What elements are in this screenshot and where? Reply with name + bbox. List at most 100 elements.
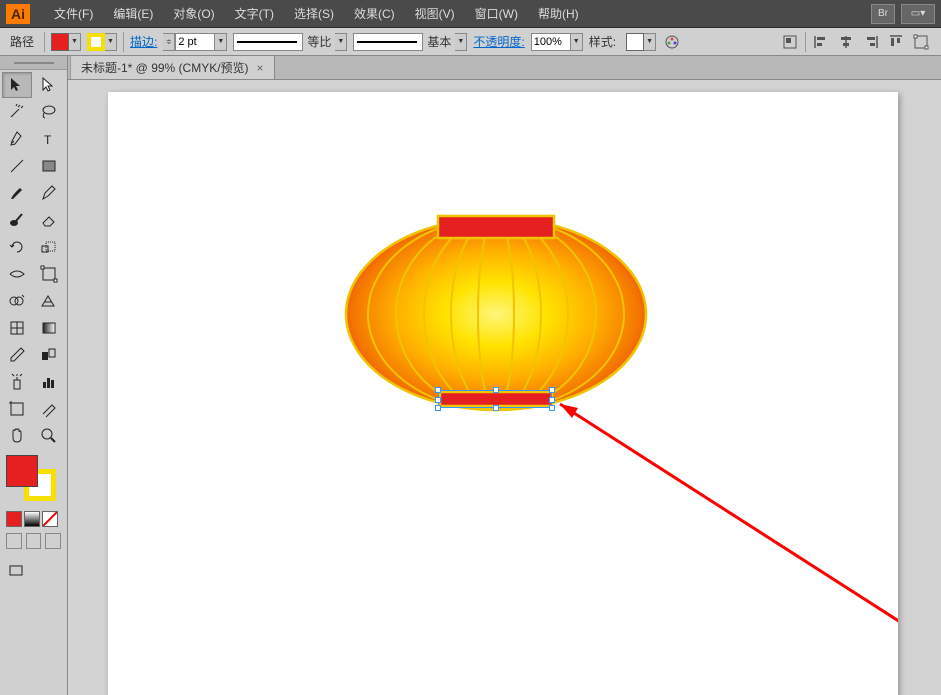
control-bar: 路径 ▼ ▼ 描边: ≑ ▼ 等比 ▼ 基本 ▼ 不透明度: ▼ 样式: ▼	[0, 28, 941, 56]
align-top-button[interactable]	[886, 32, 906, 52]
lasso-tool[interactable]	[34, 99, 64, 125]
brush-dropdown[interactable]: ▼	[455, 33, 467, 51]
handle-sw[interactable]	[435, 405, 441, 411]
document-tab[interactable]: 未标题-1* @ 99% (CMYK/预览) ×	[71, 56, 275, 79]
menu-effect[interactable]: 效果(C)	[344, 1, 405, 26]
align-right-button[interactable]	[861, 32, 881, 52]
align-left-button[interactable]	[811, 32, 831, 52]
selection-bounding-box[interactable]	[438, 390, 552, 408]
direct-selection-tool[interactable]	[34, 72, 64, 98]
brush-tool[interactable]	[2, 180, 32, 206]
mesh-tool[interactable]	[2, 315, 32, 341]
separator	[805, 32, 806, 52]
menu-object[interactable]: 对象(O)	[163, 1, 224, 26]
style-dropdown[interactable]: ▼	[644, 33, 656, 51]
eraser-icon	[40, 211, 58, 229]
color-mode-gradient[interactable]	[24, 511, 40, 527]
canvas[interactable]	[68, 80, 941, 695]
draw-behind[interactable]	[26, 533, 42, 549]
menu-file[interactable]: 文件(F)	[44, 1, 103, 26]
eyedropper-tool[interactable]	[2, 342, 32, 368]
shape-builder-icon	[8, 292, 26, 310]
opacity-link[interactable]: 不透明度:	[473, 33, 524, 50]
tab-close-button[interactable]: ×	[257, 61, 264, 75]
uniform-dropdown[interactable]: ▼	[335, 33, 347, 51]
handle-nw[interactable]	[435, 387, 441, 393]
graph-tool[interactable]	[34, 369, 64, 395]
align-center-icon	[838, 34, 854, 50]
type-icon: T	[40, 130, 58, 148]
rectangle-tool[interactable]	[34, 153, 64, 179]
brush-select[interactable]	[353, 33, 423, 51]
screen-mode[interactable]	[6, 561, 28, 583]
hand-icon	[8, 427, 26, 445]
type-tool[interactable]: T	[34, 126, 64, 152]
color-mode-solid[interactable]	[6, 511, 22, 527]
stroke-link[interactable]: 描边:	[130, 33, 157, 50]
arrange-button[interactable]: ▭▾	[901, 4, 935, 24]
scale-tool[interactable]	[34, 234, 64, 260]
perspective-tool[interactable]	[34, 288, 64, 314]
opacity-input[interactable]	[531, 33, 571, 51]
artboard-tool[interactable]	[2, 396, 32, 422]
fill-swatch[interactable]	[51, 33, 69, 51]
bridge-button[interactable]: Br	[871, 4, 895, 24]
draw-inside[interactable]	[45, 533, 61, 549]
menu-edit[interactable]: 编辑(E)	[103, 1, 163, 26]
menu-type[interactable]: 文字(T)	[225, 1, 284, 26]
shape-builder-tool[interactable]	[2, 288, 32, 314]
magic-wand-tool[interactable]	[2, 99, 32, 125]
style-swatch[interactable]	[626, 33, 644, 51]
line-preview	[237, 41, 297, 43]
fill-dropdown[interactable]: ▼	[69, 33, 81, 51]
blend-tool[interactable]	[34, 342, 64, 368]
screen-icon	[8, 563, 26, 581]
selection-type-label: 路径	[10, 33, 34, 50]
handle-e[interactable]	[549, 397, 555, 403]
pencil-tool[interactable]	[34, 180, 64, 206]
menu-help[interactable]: 帮助(H)	[528, 1, 589, 26]
panel-grip[interactable]	[0, 56, 67, 70]
width-profile-select[interactable]	[233, 33, 303, 51]
hand-tool[interactable]	[2, 423, 32, 449]
align-to-button[interactable]	[780, 32, 800, 52]
stroke-weight-input[interactable]	[175, 33, 215, 51]
menu-view[interactable]: 视图(V)	[405, 1, 465, 26]
selection-tool[interactable]	[2, 72, 32, 98]
rotate-tool[interactable]	[2, 234, 32, 260]
blob-brush-tool[interactable]	[2, 207, 32, 233]
free-transform-tool[interactable]	[34, 261, 64, 287]
menu-bar: Ai 文件(F) 编辑(E) 对象(O) 文字(T) 选择(S) 效果(C) 视…	[0, 0, 941, 28]
symbol-tool[interactable]	[2, 369, 32, 395]
handle-se[interactable]	[549, 405, 555, 411]
color-mode-none[interactable]	[42, 511, 58, 527]
stroke-stepper[interactable]: ≑	[163, 33, 175, 51]
artboard	[108, 92, 898, 695]
align-hcenter-button[interactable]	[836, 32, 856, 52]
recolor-button[interactable]	[662, 32, 682, 52]
zoom-tool[interactable]	[34, 423, 64, 449]
handle-ne[interactable]	[549, 387, 555, 393]
stroke-dropdown[interactable]: ▼	[105, 33, 117, 51]
scale-icon	[40, 238, 58, 256]
fill-color-swatch[interactable]	[6, 455, 38, 487]
handle-s[interactable]	[493, 405, 499, 411]
handle-w[interactable]	[435, 397, 441, 403]
eraser-tool[interactable]	[34, 207, 64, 233]
opacity-dropdown[interactable]: ▼	[571, 33, 583, 51]
handle-n[interactable]	[493, 387, 499, 393]
line-preview	[357, 41, 417, 43]
menu-select[interactable]: 选择(S)	[284, 1, 344, 26]
stroke-weight-dropdown[interactable]: ▼	[215, 33, 227, 51]
pen-tool[interactable]	[2, 126, 32, 152]
align-left-icon	[813, 34, 829, 50]
gradient-tool[interactable]	[34, 315, 64, 341]
line-tool[interactable]	[2, 153, 32, 179]
width-tool[interactable]	[2, 261, 32, 287]
menu-window[interactable]: 窗口(W)	[465, 1, 528, 26]
slice-tool[interactable]	[34, 396, 64, 422]
align-icon	[782, 34, 798, 50]
transform-button[interactable]	[911, 32, 931, 52]
draw-normal[interactable]	[6, 533, 22, 549]
stroke-swatch[interactable]	[87, 33, 105, 51]
